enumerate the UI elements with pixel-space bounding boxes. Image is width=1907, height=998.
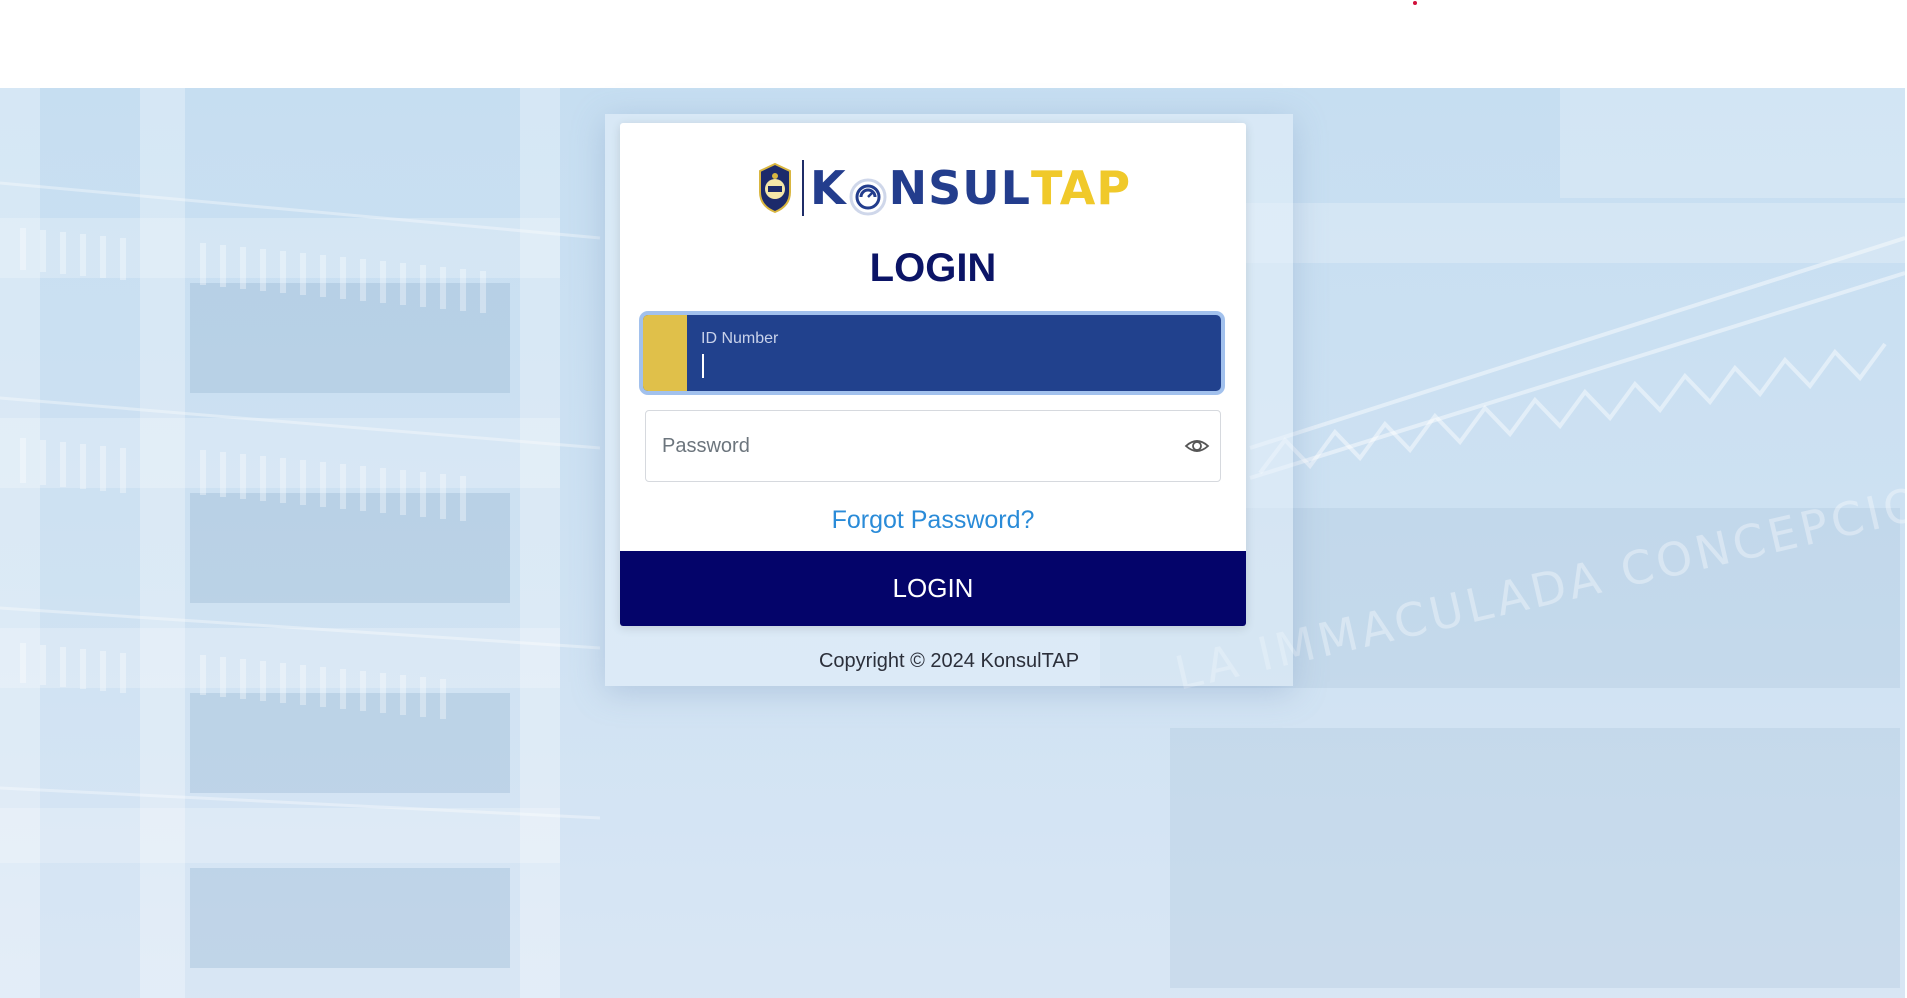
text-caret xyxy=(702,354,704,378)
brand-k: K xyxy=(810,161,847,215)
school-seal-icon xyxy=(757,162,793,214)
id-number-input[interactable]: ID Number xyxy=(687,315,1221,391)
id-field-accent xyxy=(643,315,687,391)
login-button[interactable]: LOGIN xyxy=(620,551,1246,626)
copyright-text: Copyright © 2024 KonsulTAP xyxy=(818,650,1080,672)
logo-divider xyxy=(802,160,804,216)
login-title: LOGIN xyxy=(869,246,997,290)
eye-icon[interactable] xyxy=(1184,434,1210,458)
login-card: K NSUL TAP LOGIN ID Number Forgot Passwo… xyxy=(620,123,1246,626)
top-strip xyxy=(0,0,1907,88)
brand-tap: TAP xyxy=(1030,161,1132,215)
brand-o-icon xyxy=(849,170,887,216)
id-number-field[interactable]: ID Number xyxy=(643,315,1221,391)
konsultap-logo: K NSUL TAP xyxy=(757,158,1131,218)
password-field[interactable] xyxy=(645,410,1221,482)
red-dot xyxy=(1413,1,1417,5)
password-input[interactable] xyxy=(646,411,1146,481)
brand-wordmark: K NSUL TAP xyxy=(810,158,1131,218)
brand-nsul: NSUL xyxy=(888,161,1031,215)
id-number-label: ID Number xyxy=(701,330,779,347)
forgot-password-link[interactable]: Forgot Password? xyxy=(620,506,1246,535)
